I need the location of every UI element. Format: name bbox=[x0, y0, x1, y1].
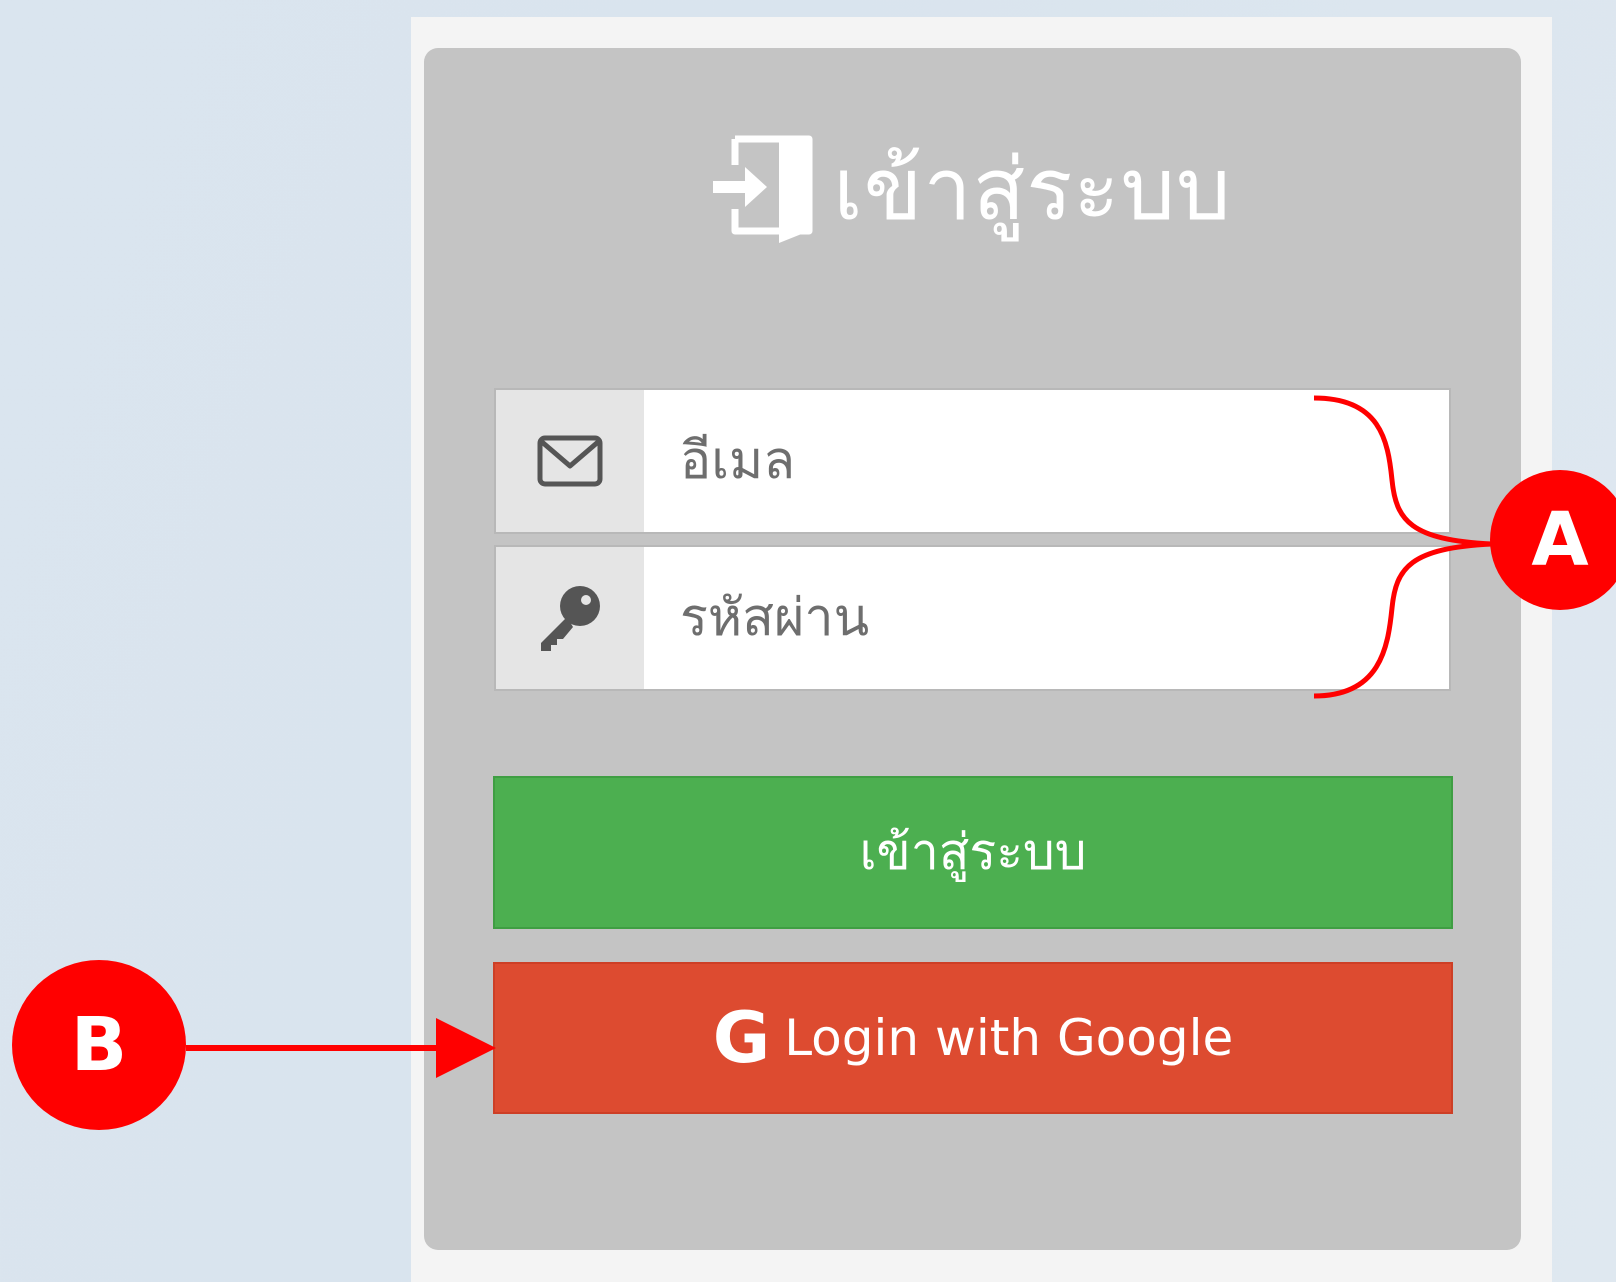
sign-in-door-icon bbox=[713, 135, 813, 243]
login-button-label: เข้าสู่ระบบ bbox=[859, 823, 1087, 881]
callout-b: B bbox=[12, 960, 186, 1130]
key-icon bbox=[541, 586, 600, 651]
login-heading: เข้าสู่ระบบ bbox=[424, 120, 1521, 260]
password-field[interactable] bbox=[494, 545, 1451, 691]
google-login-button[interactable]: G Login with Google bbox=[493, 962, 1453, 1114]
password-addon bbox=[496, 547, 644, 689]
email-input[interactable] bbox=[644, 390, 1449, 532]
envelope-icon bbox=[537, 435, 603, 487]
google-login-label: Login with Google bbox=[784, 1009, 1234, 1067]
email-field[interactable] bbox=[494, 388, 1451, 534]
google-g-icon: G bbox=[712, 997, 771, 1079]
password-input[interactable] bbox=[644, 547, 1449, 689]
login-title: เข้าสู่ระบบ bbox=[833, 140, 1232, 240]
login-button[interactable]: เข้าสู่ระบบ bbox=[493, 776, 1453, 929]
email-addon bbox=[496, 390, 644, 532]
